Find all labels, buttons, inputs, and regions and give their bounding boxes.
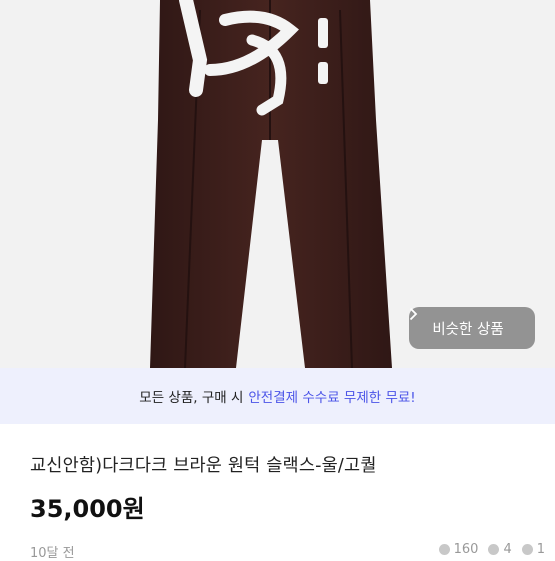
product-price: 35,000원 <box>30 495 145 523</box>
eye-icon <box>438 544 450 555</box>
heart-icon <box>521 544 533 555</box>
similar-products-button[interactable]: 비슷한 상품 <box>409 307 535 349</box>
similar-products-label: 비슷한 상품 <box>432 321 504 338</box>
product-photo[interactable]: 비슷한 상품 <box>0 0 555 368</box>
posted-time: 10달 전 <box>30 546 75 561</box>
banner-highlight: 안전결제 수수료 무제한 무료! <box>248 390 416 406</box>
safe-payment-banner[interactable]: 모든 상품, 구매 시 안전결제 수수료 무제한 무료! <box>0 368 555 424</box>
product-title: 교신안함)다크다크 브라운 원턱 슬랙스-울/고퀄 <box>30 456 377 476</box>
banner-prefix: 모든 상품, 구매 시 <box>139 390 244 406</box>
chat-icon <box>488 544 500 555</box>
